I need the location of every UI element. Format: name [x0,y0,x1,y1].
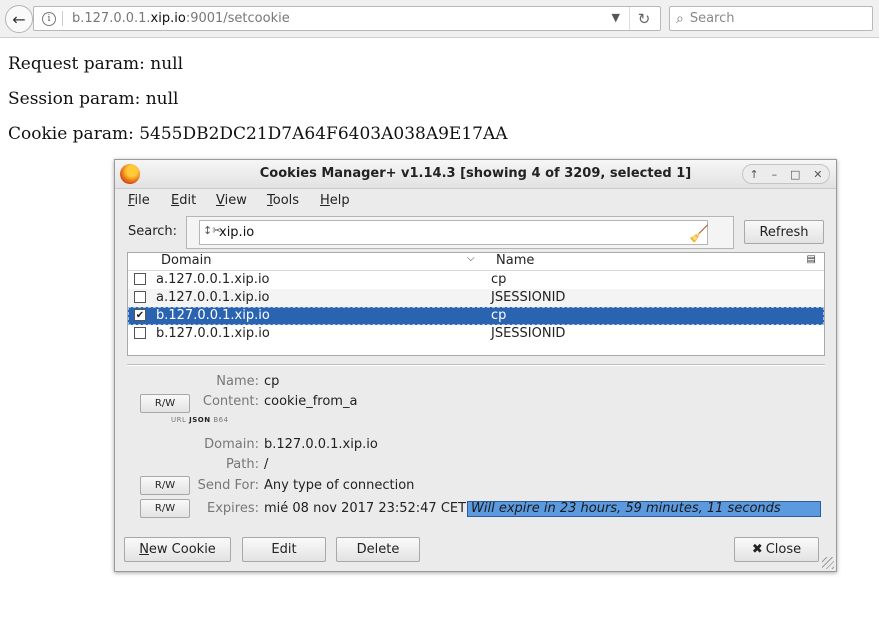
cookie-row-selected[interactable]: ✔ b.127.0.0.1.xip.io cp [128,307,824,325]
search-value: xip.io [219,225,255,240]
cookie-row[interactable]: a.127.0.0.1.xip.io JSESSIONID [128,289,824,307]
sendfor-value[interactable]: Any type of connection [264,478,414,493]
name-label: Name: [216,374,259,389]
url-host: xip.io [150,11,186,26]
sendfor-rw-button[interactable]: R/W [140,476,190,495]
path-label: Path: [226,457,259,472]
cookie-list-header: Domain ⌵ Name ▤ [128,253,824,271]
row-domain: a.127.0.0.1.xip.io [156,290,270,305]
session-param-text: Session param: null [8,89,179,109]
format-url[interactable]: URL [171,416,186,424]
menu-file[interactable]: File [128,193,150,208]
menu-bar: File Edit View Tools Help [115,189,836,213]
cookie-row[interactable]: a.127.0.0.1.xip.io cp [128,271,824,289]
cookie-list: Domain ⌵ Name ▤ a.127.0.0.1.xip.io cp a.… [127,252,825,356]
domain-label: Domain: [204,437,259,452]
minimize-icon[interactable]: – [772,168,778,181]
content-rw-button[interactable]: R/W [140,394,190,413]
clear-broom-icon[interactable]: 🧹 [689,224,709,243]
search-placeholder: Search [689,11,735,26]
new-cookie-mnemonic: N [139,542,149,557]
expires-rw-button[interactable]: R/W [140,499,190,518]
reload-icon[interactable]: ↻ [629,7,658,30]
sort-chevron-icon[interactable]: ⌵ [467,253,475,264]
row-name: cp [491,308,507,323]
dialog-title: Cookies Manager+ v1.14.3 [showing 4 of 3… [259,166,692,181]
column-domain[interactable]: Domain [161,253,211,268]
row-name: JSESSIONID [491,326,566,341]
close-label: Close [765,542,802,557]
content-label: Content: [202,394,259,409]
cookie-row[interactable]: b.127.0.0.1.xip.io JSESSIONID [128,325,824,343]
expires-countdown: Will expire in 23 hours, 59 minutes, 11 … [467,501,821,517]
search-label: Search: [128,224,178,239]
search-input[interactable]: ↕✂ xip.io 🧹 [199,220,709,245]
menu-edit[interactable]: Edit [171,193,196,208]
row-domain: b.127.0.0.1.xip.io [156,326,270,341]
row-checkbox[interactable] [134,273,146,285]
browser-toolbar: ← i b.127.0.0.1.xip.io:9001/setcookie ▼ … [0,0,879,38]
row-checkbox[interactable] [134,291,146,303]
maximize-icon[interactable]: □ [790,168,800,181]
format-b64[interactable]: B64 [213,416,228,424]
row-checkbox-checked[interactable]: ✔ [134,309,146,321]
content-format-options: URL JSON B64 [171,416,229,424]
row-name: JSESSIONID [491,290,566,305]
search-icon: ⌕ [676,10,684,27]
cookies-manager-dialog: Cookies Manager+ v1.14.3 [showing 4 of 3… [114,159,837,572]
pin-icon[interactable]: ↑ [749,168,758,181]
row-domain: b.127.0.0.1.xip.io [156,308,270,323]
refresh-button[interactable]: Refresh [744,220,824,244]
menu-help[interactable]: Help [320,193,350,208]
column-picker-icon[interactable]: ▤ [807,254,816,265]
menu-view[interactable]: View [216,193,247,208]
row-name: cp [491,272,507,287]
column-name[interactable]: Name [496,253,534,268]
details-separator [127,364,825,366]
name-value[interactable]: cp [264,374,279,389]
content-value[interactable]: cookie_from_a [264,394,357,409]
format-json[interactable]: JSON [189,416,210,424]
request-param-text: Request param: null [8,54,184,74]
close-x-icon: ✖ [751,542,763,557]
window-controls: ↑ – □ ✕ [742,164,830,184]
url-text: b.127.0.0.1.xip.io:9001/setcookie [72,11,290,26]
sendfor-label: Send For: [197,478,259,493]
search-bar[interactable]: ⌕ Search [669,6,873,31]
url-bar[interactable]: i b.127.0.0.1.xip.io:9001/setcookie ▼ ↻ [33,6,661,31]
expires-label: Expires: [207,501,259,516]
close-button[interactable]: ✖ Close [734,537,819,562]
path-value[interactable]: / [264,457,268,472]
new-cookie-button[interactable]: New Cookie [124,537,231,562]
url-dropdown-icon[interactable]: ▼ [612,11,620,24]
menu-tools[interactable]: Tools [267,193,299,208]
row-domain: a.127.0.0.1.xip.io [156,272,270,287]
cookie-param-text: Cookie param: 5455DB2DC21D7A64F6403A038A… [8,124,508,144]
domain-value[interactable]: b.127.0.0.1.xip.io [264,437,378,452]
url-separator [62,11,63,26]
back-button[interactable]: ← [5,5,33,33]
search-row: Search: ↕✂ xip.io 🧹 Refresh [115,216,836,250]
row-checkbox[interactable] [134,327,146,339]
new-cookie-label: ew Cookie [148,542,216,557]
close-icon[interactable]: ✕ [813,168,822,181]
dialog-titlebar[interactable]: Cookies Manager+ v1.14.3 [showing 4 of 3… [115,160,836,189]
back-arrow-icon: ← [12,9,26,29]
delete-button[interactable]: Delete [336,537,420,562]
edit-button[interactable]: Edit [242,537,326,562]
resize-grip-icon[interactable] [822,557,834,569]
expires-value[interactable]: mié 08 nov 2017 23:52:47 CET [264,501,466,516]
search-field-frame: ↕✂ xip.io 🧹 [186,216,734,249]
info-icon[interactable]: i [42,11,56,26]
